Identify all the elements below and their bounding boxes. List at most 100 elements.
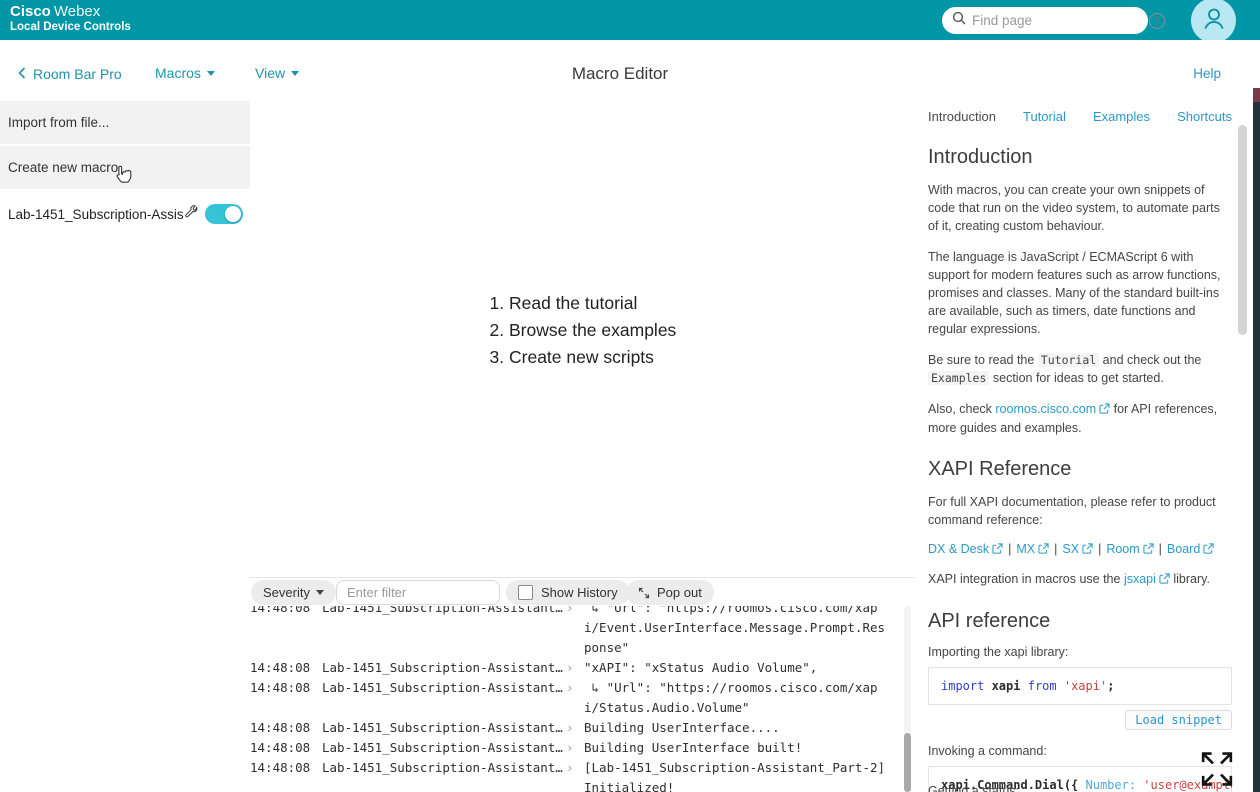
log-source: Lab-1451_Subscription-Assistant… bbox=[322, 738, 566, 758]
onboarding-steps: Read the tutorial Browse the examples Cr… bbox=[487, 290, 676, 371]
tab-shortcuts[interactable]: Shortcuts bbox=[1177, 109, 1232, 124]
sidebar-macro-item[interactable]: Lab-1451_Subscription-Assis bbox=[0, 196, 250, 232]
log-time: 14:48:08 bbox=[250, 738, 322, 758]
caret-down-icon bbox=[316, 590, 324, 595]
inline-code-tutorial: Tutorial bbox=[1038, 353, 1099, 367]
room-link[interactable]: Room bbox=[1106, 542, 1139, 556]
log-message: Building UserInterface built! bbox=[584, 738, 890, 758]
severity-label: Severity bbox=[263, 585, 310, 600]
expand-fullscreen-icon[interactable] bbox=[1198, 749, 1236, 792]
find-page-search[interactable]: ? bbox=[942, 7, 1148, 34]
tab-introduction[interactable]: Introduction bbox=[928, 109, 996, 124]
help-link[interactable]: Help bbox=[1193, 66, 1221, 81]
caret-down-icon bbox=[291, 71, 299, 76]
brand-subtitle: Local Device Controls bbox=[10, 21, 131, 34]
onboarding-step: Browse the examples bbox=[509, 317, 676, 344]
xapi-paragraph-1: For full XAPI documentation, please refe… bbox=[928, 493, 1232, 529]
load-snippet-row-1: Load snippet bbox=[928, 710, 1232, 730]
xapi-product-links: DX & Desk|MX|SX|Room|Board bbox=[928, 542, 1232, 557]
onboarding-step: Create new scripts bbox=[509, 344, 676, 371]
log-chevron-icon[interactable]: › bbox=[566, 738, 584, 758]
log-time: 14:48:08 bbox=[250, 758, 322, 778]
log-row: 14:48:08 Lab-1451_Subscription-Assistant… bbox=[250, 606, 906, 658]
log-row: 14:48:08 Lab-1451_Subscription-Assistant… bbox=[250, 678, 906, 718]
external-link-icon bbox=[1099, 401, 1110, 419]
log-chevron-icon[interactable]: › bbox=[566, 678, 584, 698]
brand-cisco: Cisco bbox=[10, 3, 51, 20]
roomos-link[interactable]: roomos.cisco.com bbox=[995, 402, 1096, 416]
getting-status-label: Getting a status: bbox=[928, 784, 1019, 792]
search-icon bbox=[952, 11, 966, 30]
menu-view[interactable]: View bbox=[255, 65, 299, 81]
log-source: Lab-1451_Subscription-Assistant… bbox=[322, 658, 566, 678]
intro-paragraph-2: The language is JavaScript / ECMAScript … bbox=[928, 248, 1232, 338]
code-snippet-import: import xapi from 'xapi'; bbox=[928, 667, 1232, 705]
show-history-checkbox[interactable] bbox=[518, 585, 533, 600]
toggle-knob bbox=[225, 206, 241, 222]
wrench-icon[interactable] bbox=[184, 205, 199, 223]
log-time: 14:48:08 bbox=[250, 606, 322, 618]
board-link[interactable]: Board bbox=[1167, 542, 1200, 556]
log-source: Lab-1451_Subscription-Assistant… bbox=[322, 678, 566, 698]
docs-scrollbar-thumb[interactable] bbox=[1238, 125, 1247, 335]
log-row: 14:48:08 Lab-1451_Subscription-Assistant… bbox=[250, 658, 906, 678]
dx-desk-link[interactable]: DX & Desk bbox=[928, 542, 989, 556]
jsxapi-link[interactable]: jsxapi bbox=[1124, 572, 1156, 586]
sidebar-item-create-new-macro[interactable]: Create new macro bbox=[0, 146, 250, 189]
log-message: Building UserInterface.... bbox=[584, 718, 890, 738]
sidebar-item-import-from-file[interactable]: Import from file... bbox=[0, 101, 250, 144]
filter-input[interactable] bbox=[336, 580, 500, 605]
page-title: Macro Editor bbox=[572, 64, 668, 84]
pop-out-label: Pop out bbox=[657, 585, 702, 600]
log-source: Lab-1451_Subscription-Assistant… bbox=[322, 758, 566, 778]
intro-paragraph-3: Be sure to read the Tutorial and check o… bbox=[928, 351, 1232, 387]
macro-name-label: Lab-1451_Subscription-Assis bbox=[8, 207, 184, 222]
log-message: ↳ "Url": "https://roomos.cisco.com/xap i… bbox=[584, 606, 890, 658]
severity-dropdown[interactable]: Severity bbox=[251, 580, 336, 605]
pop-out-icon bbox=[638, 587, 650, 599]
screen-edge-strip bbox=[1253, 102, 1260, 792]
macro-editor-screen: CiscoWebex Local Device Controls ? Room … bbox=[0, 0, 1260, 792]
user-avatar[interactable] bbox=[1191, 0, 1236, 43]
show-history-toggle[interactable]: Show History bbox=[506, 580, 630, 605]
brand-webex: Webex bbox=[54, 3, 100, 20]
tab-examples[interactable]: Examples bbox=[1093, 109, 1150, 124]
menu-macros-label: Macros bbox=[155, 65, 201, 81]
intro-paragraph-1: With macros, you can create your own sni… bbox=[928, 181, 1232, 235]
sx-link[interactable]: SX bbox=[1062, 542, 1079, 556]
tab-tutorial[interactable]: Tutorial bbox=[1023, 109, 1066, 124]
log-row: 14:48:08 Lab-1451_Subscription-Assistant… bbox=[250, 738, 906, 758]
person-icon bbox=[1199, 3, 1229, 38]
mx-link[interactable]: MX bbox=[1016, 542, 1035, 556]
console-divider bbox=[250, 577, 915, 578]
console-log[interactable]: 14:48:08 Lab-1451_Subscription-Assistant… bbox=[250, 606, 906, 792]
xapi-reference-heading: XAPI Reference bbox=[928, 458, 1232, 481]
log-message: "xAPI": "xStatus Audio Volume", bbox=[584, 658, 890, 678]
introduction-heading: Introduction bbox=[928, 146, 1232, 169]
search-help-icon[interactable]: ? bbox=[1149, 13, 1165, 29]
log-chevron-icon[interactable]: › bbox=[566, 658, 584, 678]
log-chevron-icon[interactable]: › bbox=[566, 758, 584, 778]
console-scrollbar-thumb[interactable] bbox=[904, 733, 911, 792]
log-chevron-icon[interactable]: › bbox=[566, 718, 584, 738]
brand: CiscoWebex Local Device Controls bbox=[10, 3, 131, 34]
search-input[interactable] bbox=[972, 13, 1149, 28]
load-snippet-button[interactable]: Load snippet bbox=[1125, 710, 1232, 730]
log-message: ↳ "Url": "https://roomos.cisco.com/xap i… bbox=[584, 678, 890, 718]
log-time: 14:48:08 bbox=[250, 658, 322, 678]
log-row: 14:48:08 Lab-1451_Subscription-Assistant… bbox=[250, 758, 906, 792]
log-time: 14:48:08 bbox=[250, 678, 322, 698]
invoke-label: Invoking a command: bbox=[928, 744, 1232, 758]
menu-view-label: View bbox=[255, 65, 285, 81]
import-from-file-label: Import from file... bbox=[8, 115, 109, 130]
macro-enabled-toggle[interactable] bbox=[205, 204, 243, 224]
log-source: Lab-1451_Subscription-Assistant… bbox=[322, 718, 566, 738]
log-chevron-icon[interactable]: › bbox=[566, 606, 584, 618]
pop-out-button[interactable]: Pop out bbox=[626, 580, 714, 605]
import-label: Importing the xapi library: bbox=[928, 645, 1232, 659]
menu-macros[interactable]: Macros bbox=[155, 65, 215, 81]
external-link-icon bbox=[1082, 543, 1093, 557]
back-to-device-link[interactable]: Room Bar Pro bbox=[18, 66, 122, 82]
app-header: CiscoWebex Local Device Controls ? bbox=[0, 0, 1260, 40]
intro-paragraph-4: Also, check roomos.cisco.com for API ref… bbox=[928, 400, 1232, 437]
